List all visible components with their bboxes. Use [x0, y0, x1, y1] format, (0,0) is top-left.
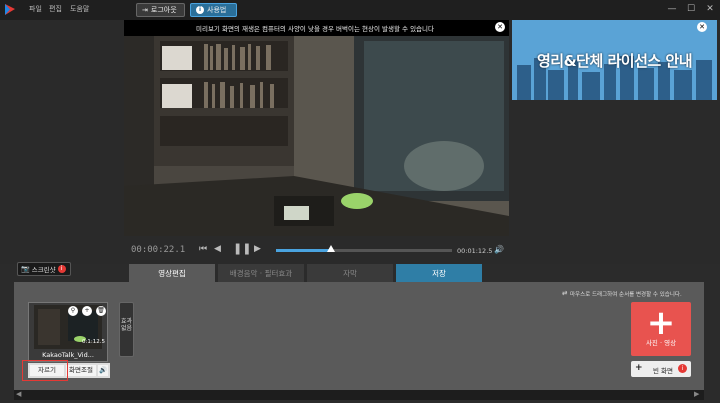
clip-volume-icon[interactable]: 🔊 — [98, 365, 108, 376]
menu-help[interactable]: 도움말 — [70, 4, 89, 14]
license-ad-banner[interactable]: 영리&단체 라이선스 안내 — [512, 20, 717, 100]
screenshot-button[interactable]: 📷 스크린샷 i — [17, 262, 71, 276]
add-media-label: 사진 · 영상 — [645, 339, 677, 347]
logout-label: 로그아웃 — [150, 6, 177, 14]
tab-label: 영상편집 — [158, 268, 186, 278]
seek-handle[interactable] — [326, 245, 335, 252]
logout-button[interactable]: ⇥ 로그아웃 — [136, 3, 185, 17]
ad-title: 영리&단체 라이선스 안내 — [536, 52, 693, 70]
step-forward-icon[interactable]: ▶ — [254, 244, 261, 254]
tab-music-filter[interactable]: 배경음악 · 필터효과 — [218, 264, 304, 282]
timeline-scrollbar[interactable]: ◀ ▶ — [14, 390, 704, 400]
step-back-icon[interactable]: ◀ — [214, 244, 221, 254]
camera-icon: 📷 — [21, 265, 30, 273]
app-logo-icon — [5, 4, 15, 15]
scroll-right-icon[interactable]: ▶ — [694, 390, 699, 398]
title-bar — [0, 0, 720, 20]
info-icon: i — [196, 6, 204, 14]
delete-icon[interactable]: 🗑 — [96, 306, 106, 316]
skip-start-icon[interactable]: ⏮ — [199, 244, 207, 254]
effect-label: 효과없음 — [120, 318, 133, 332]
tab-save[interactable]: 저장 — [396, 264, 482, 282]
add-icon[interactable]: + — [82, 306, 92, 316]
ad-close-icon[interactable]: ✕ — [697, 22, 707, 32]
help-label: 사용법 — [207, 6, 227, 14]
tab-subtitle[interactable]: 자막 — [307, 264, 393, 282]
blank-plus-icon: + — [635, 363, 643, 373]
editor-panel — [14, 282, 704, 390]
reorder-icon: ⇄ — [562, 289, 568, 297]
plus-icon: + — [646, 303, 676, 343]
help-button[interactable]: i 사용법 — [190, 3, 237, 17]
video-preview[interactable] — [124, 36, 509, 236]
blank-screen-button[interactable]: + 빈 화면 i — [631, 361, 691, 377]
pause-icon[interactable]: ❚❚ — [233, 242, 251, 255]
reorder-hint: 마우스로 드래그하여 순서를 변경할 수 있습니다. — [570, 292, 682, 298]
minimize-icon[interactable]: — — [665, 2, 679, 16]
logout-icon: ⇥ — [142, 6, 148, 14]
blank-screen-label: 빈 화면 — [653, 367, 674, 375]
total-time: 00:01:12.5 — [457, 247, 493, 255]
blank-info-icon: i — [678, 364, 687, 373]
info-badge-icon: i — [57, 265, 66, 273]
clip-name: KakaoTalk_Vid... — [42, 351, 94, 359]
tab-label: 배경음악 · 필터효과 — [229, 268, 293, 278]
notice-text: 미리보기 화면의 재생은 컴퓨터의 사양이 낮을 경우 버벅이는 현상이 발생할… — [195, 25, 434, 33]
menu-edit[interactable]: 편집 — [49, 4, 62, 14]
link-icon[interactable]: ⚲ — [68, 306, 78, 316]
volume-icon[interactable]: 🔊 — [494, 245, 504, 254]
trim-highlight-box — [22, 360, 68, 381]
maximize-icon[interactable]: ☐ — [684, 2, 698, 16]
clip-duration: 0:1:12.5 — [82, 339, 105, 345]
seek-progress — [276, 249, 331, 252]
notice-close-icon[interactable]: ✕ — [495, 22, 505, 32]
tab-label: 저장 — [432, 268, 446, 278]
video-frame-image — [124, 36, 509, 236]
screen-adjust-button[interactable]: 화면조절 — [66, 365, 96, 376]
current-time: 00:00:22.1 — [131, 245, 186, 255]
menu-file[interactable]: 파일 — [29, 4, 42, 14]
tab-video-edit[interactable]: 영상편집 — [129, 264, 215, 282]
screenshot-label: 스크린샷 — [31, 266, 56, 274]
tab-label: 자막 — [343, 268, 357, 278]
scroll-left-icon[interactable]: ◀ — [16, 390, 21, 398]
close-icon[interactable]: ✕ — [703, 2, 717, 16]
